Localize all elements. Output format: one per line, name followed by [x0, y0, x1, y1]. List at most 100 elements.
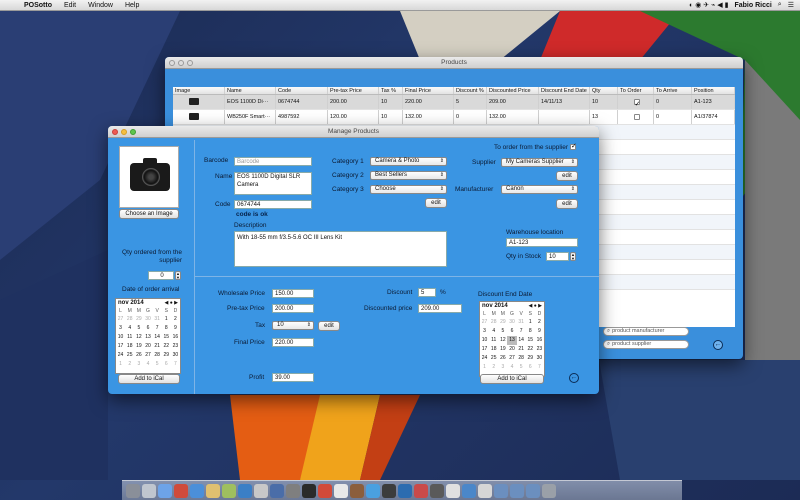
warehouse-field[interactable]: A1-123	[506, 238, 578, 247]
status-icons[interactable]: ◐ ◉ ✈ ⌁ ◀ ▮	[689, 1, 728, 9]
pretax-field[interactable]: 200.00	[272, 304, 314, 313]
app-store-icon[interactable]	[238, 483, 252, 498]
calendar-day[interactable]: 22	[526, 345, 535, 354]
calendar-day[interactable]: 5	[498, 327, 507, 336]
app-icon[interactable]	[414, 483, 428, 498]
calendar-day[interactable]: 18	[125, 342, 134, 351]
to-order-checkbox[interactable]	[633, 113, 640, 120]
mail-icon[interactable]	[190, 483, 204, 498]
calendar-day[interactable]: 28	[517, 354, 526, 363]
description-field[interactable]: With 18-55 mm f/3.5-5.6 OC III Lens Kit	[234, 231, 447, 267]
back-arrow-icon[interactable]: ←	[569, 373, 579, 383]
calendar-nav[interactable]: ◀ ● ▶	[529, 302, 545, 310]
choose-image-button[interactable]: Choose an Image	[119, 209, 179, 219]
menu-edit[interactable]: Edit	[58, 2, 82, 9]
calendar-day[interactable]: 11	[125, 333, 134, 342]
folder-icon[interactable]	[494, 483, 508, 498]
calendar-day[interactable]: 6	[162, 360, 171, 369]
calendar-nav[interactable]: ◀ ● ▶	[165, 299, 181, 307]
barcode-field[interactable]: Barcode	[234, 157, 312, 166]
calendar-day[interactable]: 22	[162, 342, 171, 351]
app-icon[interactable]	[478, 483, 492, 498]
utility-icon[interactable]	[286, 483, 300, 498]
calendar-day[interactable]: 7	[171, 360, 180, 369]
col-to-arrive[interactable]: To Arrive	[654, 87, 692, 94]
calendar-day[interactable]: 14	[517, 336, 526, 345]
calendar-day[interactable]: 3	[480, 327, 489, 336]
calendar-day[interactable]: 7	[535, 363, 544, 372]
calendar-day[interactable]: 10	[116, 333, 125, 342]
discount-end-calendar[interactable]: nov 2014 ◀ ● ▶ LMMGVSD 27 28 29 30 31 1 2 34567…	[479, 301, 545, 377]
calendar-day[interactable]: 19	[134, 342, 143, 351]
category3-popup[interactable]: Choose ⇕	[370, 185, 447, 194]
discount-add-to-ical-button[interactable]: Add to iCal	[480, 374, 544, 384]
qty-ordered-stepper[interactable]: ▲ ▼	[175, 271, 181, 280]
calendar-day[interactable]: 18	[489, 345, 498, 354]
calendar-day[interactable]: 9	[535, 327, 544, 336]
calendar-day[interactable]: 31	[517, 318, 526, 327]
calendar-day[interactable]: 15	[526, 336, 535, 345]
trash-icon[interactable]	[542, 483, 556, 498]
wholesale-field[interactable]: 150.00	[272, 289, 314, 298]
terminal-icon[interactable]	[302, 483, 316, 498]
calendar-day[interactable]: 9	[171, 324, 180, 333]
calendar-day[interactable]: 29	[134, 315, 143, 324]
supplier-edit-button[interactable]: edit	[556, 171, 578, 181]
qty-stock-stepper[interactable]: ▲ ▼	[570, 252, 576, 261]
category-edit-button[interactable]: edit	[425, 198, 447, 208]
calendar-day[interactable]: 21	[153, 342, 162, 351]
finder-icon[interactable]	[126, 483, 140, 498]
table-row[interactable]: EOS 1100D Di··· 0674744 200.00 10 220.00…	[173, 95, 735, 110]
product-image-well[interactable]	[119, 146, 179, 208]
calendar-day[interactable]: 12	[134, 333, 143, 342]
calendar-day[interactable]: 19	[498, 345, 507, 354]
manufacturer-edit-button[interactable]: edit	[556, 199, 578, 209]
col-position[interactable]: Position	[692, 87, 735, 94]
calendar-day[interactable]: 24	[480, 354, 489, 363]
calendar-day[interactable]: 8	[162, 324, 171, 333]
calendar-day[interactable]: 17	[480, 345, 489, 354]
calendar-day[interactable]: 30	[507, 318, 516, 327]
arrival-calendar[interactable]: nov 2014 ◀ ● ▶ LMMGVSD 27 28 29 30 31 1 2 34567…	[115, 298, 181, 374]
qty-stock-field[interactable]: 10	[546, 252, 569, 261]
calendar-day[interactable]: 30	[143, 315, 152, 324]
tax-edit-button[interactable]: edit	[318, 321, 340, 331]
app-icon[interactable]	[350, 483, 364, 498]
calendar-day[interactable]: 20	[143, 342, 152, 351]
search-manufacturer-field[interactable]: ⌕ product manufacturer	[603, 327, 689, 336]
acrobat-icon[interactable]	[318, 483, 332, 498]
calendar-day[interactable]: 7	[153, 324, 162, 333]
calendar-day[interactable]: 30	[171, 351, 180, 360]
name-field[interactable]: EOS 1100D Digital SLR Camera	[234, 172, 312, 195]
calendar-day[interactable]: 5	[517, 363, 526, 372]
calendar-day[interactable]: 2	[171, 315, 180, 324]
minimize-button[interactable]	[121, 129, 127, 135]
zoom-button[interactable]	[187, 60, 193, 66]
calendar-day[interactable]: 31	[153, 315, 162, 324]
calendar-day[interactable]: 1	[162, 315, 171, 324]
menu-window[interactable]: Window	[82, 2, 119, 9]
discount-field[interactable]: 5	[418, 288, 436, 297]
calendar-day[interactable]: 28	[153, 351, 162, 360]
supplier-popup[interactable]: My Cameras Supplier ⇕	[501, 158, 578, 167]
calendar-day[interactable]: 1	[116, 360, 125, 369]
calendar-day[interactable]: 2	[489, 363, 498, 372]
close-button[interactable]	[112, 129, 118, 135]
calendar-day[interactable]: 29	[498, 318, 507, 327]
calendar-day[interactable]: 28	[125, 315, 134, 324]
manufacturer-popup[interactable]: Canon ⇕	[501, 185, 578, 194]
calendar-day[interactable]: 27	[507, 354, 516, 363]
calendar-day[interactable]: 16	[535, 336, 544, 345]
calendar-day[interactable]: 16	[171, 333, 180, 342]
menu-app-name[interactable]: POSotto	[18, 2, 58, 9]
calendar-day[interactable]: 20	[507, 345, 516, 354]
col-end-date[interactable]: Discount End Date	[539, 87, 590, 94]
skype-icon[interactable]	[398, 483, 412, 498]
folder-icon[interactable]	[526, 483, 540, 498]
back-arrow-icon[interactable]: ←	[713, 340, 723, 350]
calendar-day[interactable]: 5	[134, 324, 143, 333]
search-supplier-field[interactable]: ⌕ product supplier	[603, 340, 689, 349]
col-qty[interactable]: Qty	[590, 87, 618, 94]
calendar-day[interactable]: 11	[489, 336, 498, 345]
safari-icon[interactable]	[158, 483, 172, 498]
